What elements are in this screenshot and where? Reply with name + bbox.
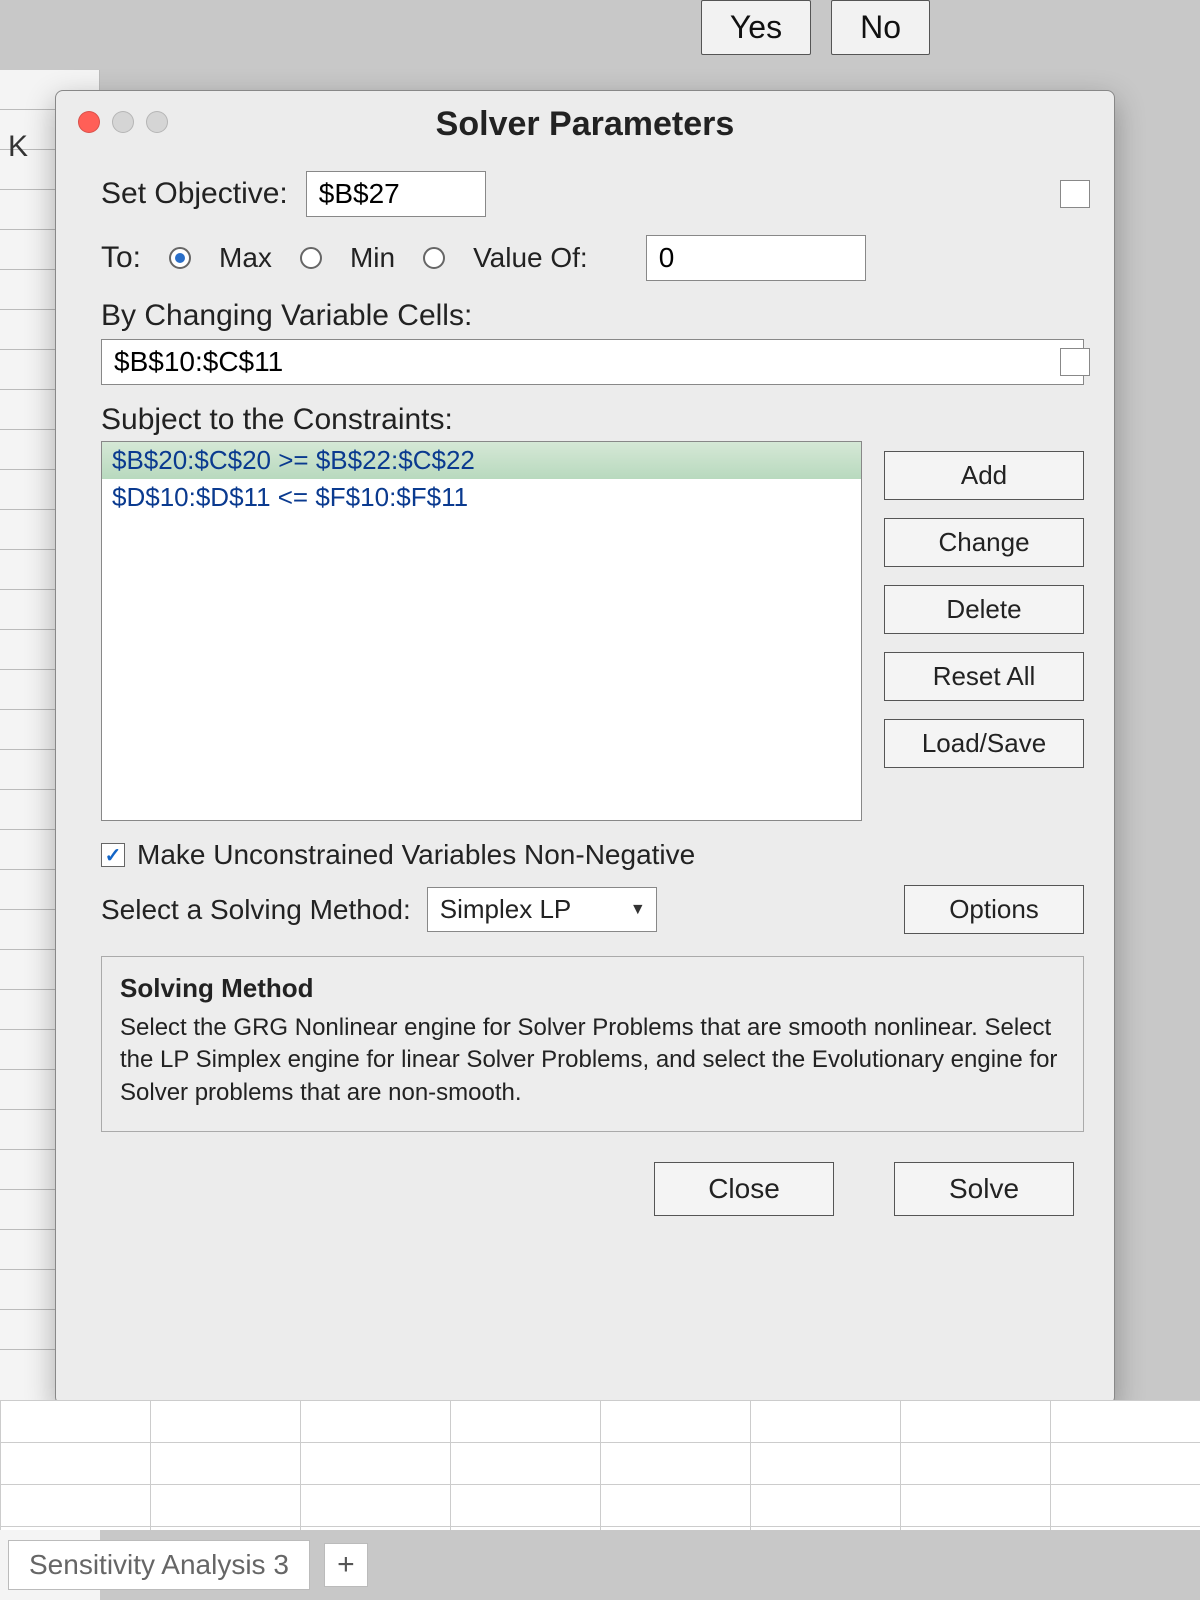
constraints-list[interactable]: $B$20:$C$20 >= $B$22:$C$22 $D$10:$D$11 <… [101, 441, 862, 821]
radio-min[interactable] [300, 247, 322, 269]
changing-cells-input[interactable] [101, 339, 1084, 385]
sheet-tab[interactable]: Sensitivity Analysis 3 [8, 1540, 310, 1590]
cell-picker-button-2[interactable] [1060, 348, 1090, 376]
solving-method-label: Select a Solving Method: [101, 894, 411, 926]
constraints-label: Subject to the Constraints: [101, 403, 453, 436]
background-yes-button[interactable]: Yes [701, 0, 811, 55]
dialog-title: Solver Parameters [56, 91, 1114, 144]
radio-max-label: Max [219, 242, 272, 274]
minimize-icon[interactable] [112, 111, 134, 133]
spreadsheet-cells[interactable] [0, 1400, 1200, 1530]
set-objective-input[interactable] [306, 171, 486, 217]
nonneg-checkbox[interactable]: ✓ [101, 843, 125, 867]
add-sheet-button[interactable]: + [324, 1543, 368, 1587]
to-label: To: [101, 241, 141, 275]
nonneg-label: Make Unconstrained Variables Non-Negativ… [137, 839, 695, 871]
close-icon[interactable] [78, 111, 100, 133]
cell-picker-button[interactable] [1060, 180, 1090, 208]
dialog-titlebar: Solver Parameters [56, 91, 1114, 153]
zoom-icon[interactable] [146, 111, 168, 133]
load-save-button[interactable]: Load/Save [884, 719, 1084, 768]
info-title: Solving Method [120, 971, 1065, 1006]
options-button[interactable]: Options [904, 885, 1084, 934]
add-button[interactable]: Add [884, 451, 1084, 500]
radio-max[interactable] [169, 247, 191, 269]
reset-all-button[interactable]: Reset All [884, 652, 1084, 701]
set-objective-label: Set Objective: [101, 177, 288, 211]
changing-cells-label: By Changing Variable Cells: [101, 299, 472, 332]
info-text: Select the GRG Nonlinear engine for Solv… [120, 1012, 1065, 1109]
background-no-button[interactable]: No [831, 0, 930, 55]
solving-method-select[interactable]: Simplex LP [427, 887, 657, 932]
value-of-input[interactable] [646, 235, 866, 281]
radio-min-label: Min [350, 242, 395, 274]
constraint-item[interactable]: $D$10:$D$11 <= $F$10:$F$11 [102, 479, 861, 516]
column-header-k: K [8, 130, 28, 164]
radio-valueof-label: Value Of: [473, 242, 588, 274]
close-button[interactable]: Close [654, 1162, 834, 1216]
solver-parameters-dialog: Solver Parameters Set Objective: To: Max… [55, 90, 1115, 1405]
solving-method-info: Solving Method Select the GRG Nonlinear … [101, 956, 1084, 1132]
delete-button[interactable]: Delete [884, 585, 1084, 634]
change-button[interactable]: Change [884, 518, 1084, 567]
constraint-item[interactable]: $B$20:$C$20 >= $B$22:$C$22 [102, 442, 861, 479]
solve-button[interactable]: Solve [894, 1162, 1074, 1216]
radio-valueof[interactable] [423, 247, 445, 269]
